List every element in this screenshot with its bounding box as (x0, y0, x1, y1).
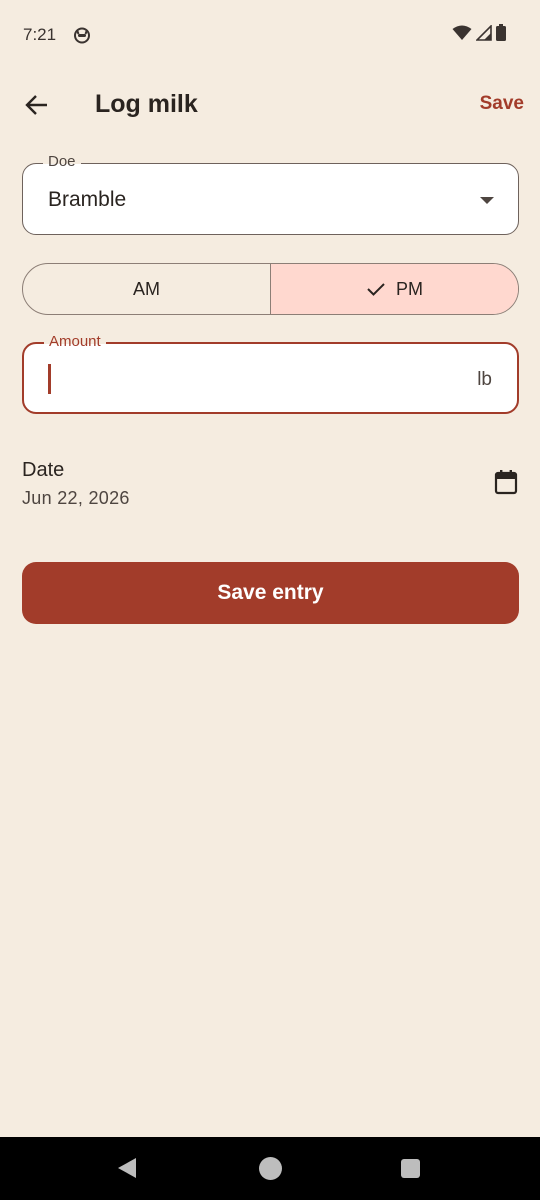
nav-back-icon[interactable] (118, 1158, 136, 1178)
milking-time-segmented-control: AM PM (22, 263, 519, 315)
pm-label: PM (396, 278, 423, 299)
save-action-button[interactable]: Save (480, 93, 524, 115)
top-app-bar: Log milk Save (0, 70, 540, 140)
text-cursor (48, 364, 51, 394)
back-button[interactable] (14, 82, 60, 128)
amount-input[interactable] (44, 358, 424, 398)
amount-unit-suffix: lb (477, 369, 492, 390)
nav-recents-icon[interactable] (401, 1159, 420, 1178)
doe-value: Bramble (48, 188, 127, 211)
date-label: Date (22, 459, 65, 481)
date-row[interactable]: Date Jun 22, 2026 (22, 455, 519, 515)
calendar-button[interactable] (491, 467, 521, 497)
save-entry-label: Save entry (217, 581, 324, 604)
page-title: Log milk (95, 90, 198, 118)
amount-label: Amount (44, 333, 106, 350)
doe-select[interactable]: Doe Bramble (22, 153, 519, 235)
log-milk-screen: 7:21 Log milk Save Doe Bramble AM PM Amo… (0, 0, 540, 1200)
doe-label: Doe (43, 153, 81, 170)
signal-icon (476, 24, 492, 41)
battery-icon (496, 24, 506, 41)
pm-segment[interactable]: PM (271, 264, 518, 314)
status-bar: 7:21 (0, 0, 540, 70)
system-navigation-bar (0, 1137, 540, 1200)
arrow-back-icon (25, 95, 47, 115)
check-icon (367, 283, 385, 296)
status-time: 7:21 (23, 25, 57, 44)
calendar-icon (494, 470, 518, 495)
am-segment[interactable]: AM (23, 264, 271, 314)
date-value: Jun 22, 2026 (22, 488, 130, 508)
status-icons (452, 24, 506, 41)
wifi-icon (452, 25, 472, 40)
amount-field[interactable]: Amount lb (22, 333, 519, 414)
save-entry-button[interactable]: Save entry (22, 562, 519, 624)
am-label: AM (133, 278, 160, 299)
dropdown-arrow-icon (480, 197, 494, 204)
cat-face-icon (74, 27, 90, 44)
nav-home-icon[interactable] (259, 1157, 282, 1180)
